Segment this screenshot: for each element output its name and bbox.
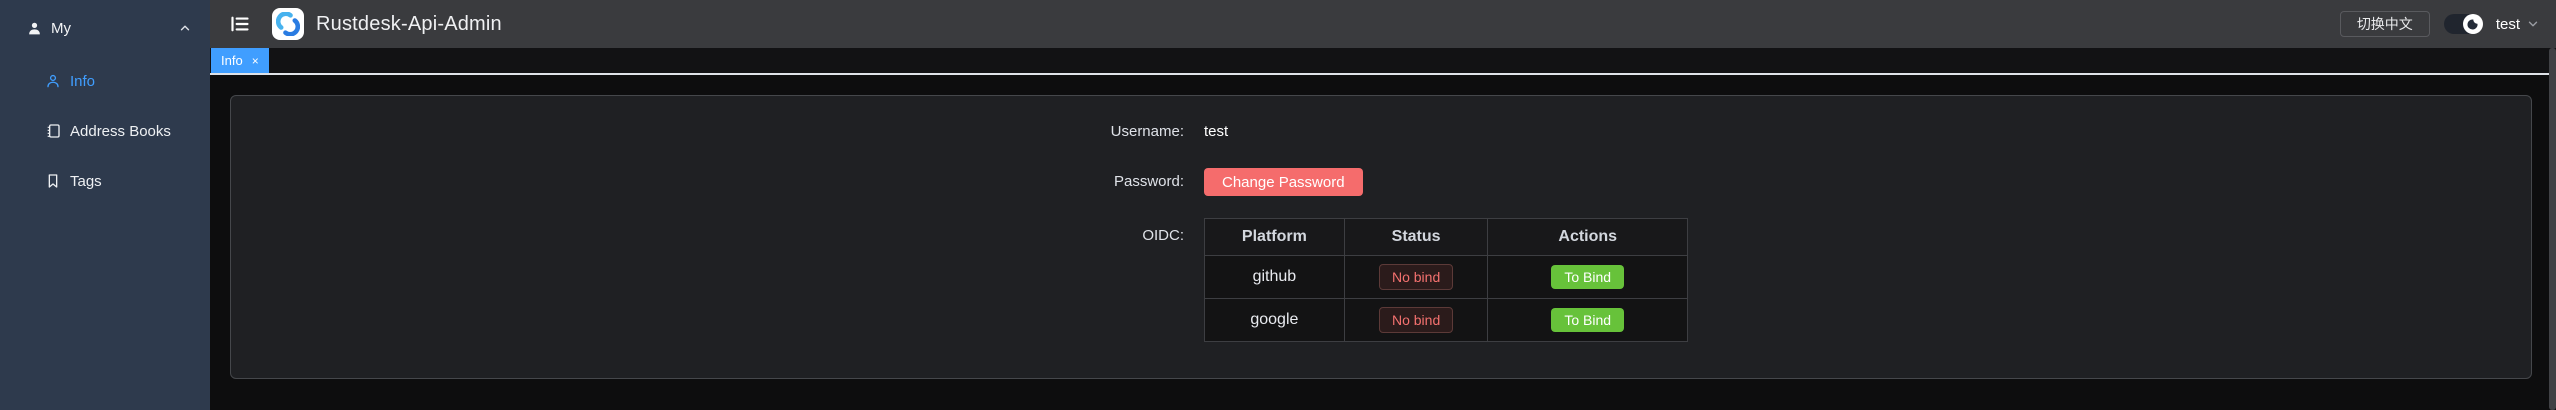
user-info-form: Username: test Password: Change Password… (1074, 118, 1688, 342)
bookmark-icon (45, 173, 61, 189)
actions-cell: To Bind (1488, 256, 1688, 299)
main-content: Username: test Password: Change Password… (210, 77, 2556, 410)
actions-cell: To Bind (1488, 299, 1688, 342)
status-badge: No bind (1379, 307, 1453, 333)
status-cell: No bind (1344, 256, 1488, 299)
column-header-platform: Platform (1205, 219, 1345, 256)
platform-cell: google (1205, 299, 1345, 342)
tab-bar: Info × (210, 48, 2556, 75)
column-header-actions: Actions (1488, 219, 1688, 256)
oidc-row-github: github No bind To Bind (1205, 256, 1688, 299)
info-card: Username: test Password: Change Password… (230, 95, 2532, 379)
sidebar-item-label: Tags (70, 173, 102, 190)
user-outline-icon (45, 73, 61, 89)
top-header: Rustdesk-Api-Admin 切换中文 test (210, 0, 2556, 48)
tab-label: Info (221, 53, 243, 68)
oidc-table: Platform Status Actions github No bind (1204, 218, 1688, 342)
to-bind-button[interactable]: To Bind (1551, 265, 1624, 289)
chevron-up-icon (178, 21, 192, 35)
user-menu[interactable]: test (2496, 16, 2540, 33)
oidc-row-google: google No bind To Bind (1205, 299, 1688, 342)
vertical-scrollbar[interactable] (2549, 48, 2556, 410)
username-label: Username: (1074, 118, 1184, 146)
column-header-status: Status (1344, 219, 1488, 256)
toggle-thumb (2463, 14, 2483, 34)
username-value: test (1204, 118, 1228, 146)
sidebar-item-info[interactable]: Info (0, 56, 210, 106)
app-title: Rustdesk-Api-Admin (316, 13, 502, 36)
to-bind-button[interactable]: To Bind (1551, 308, 1624, 332)
rustdesk-logo-icon (272, 8, 304, 40)
moon-icon (2466, 18, 2479, 31)
current-username: test (2496, 16, 2520, 33)
oidc-table-header-row: Platform Status Actions (1205, 219, 1688, 256)
oidc-label: OIDC: (1074, 218, 1184, 254)
chevron-down-icon (2526, 17, 2540, 31)
status-cell: No bind (1344, 299, 1488, 342)
language-switch-button[interactable]: 切换中文 (2340, 11, 2430, 37)
sidebar-toggle-icon[interactable] (230, 14, 250, 34)
rustdesk-admin-app: My Info Address Books Tags (0, 0, 2556, 410)
sidebar-group-label: My (51, 20, 71, 37)
sidebar-group-my[interactable]: My (0, 0, 210, 56)
sidebar-item-tags[interactable]: Tags (0, 156, 210, 206)
dark-mode-toggle[interactable] (2444, 14, 2482, 34)
sidebar-item-label: Info (70, 73, 95, 90)
platform-cell: github (1205, 256, 1345, 299)
sidebar: My Info Address Books Tags (0, 0, 210, 410)
sidebar-item-label: Address Books (70, 123, 171, 140)
password-label: Password: (1074, 168, 1184, 196)
tab-info[interactable]: Info × (211, 48, 269, 73)
password-row: Password: Change Password (1074, 168, 1688, 196)
user-filled-icon (27, 21, 42, 36)
sidebar-item-address-books[interactable]: Address Books (0, 106, 210, 156)
change-password-button[interactable]: Change Password (1204, 168, 1363, 196)
address-book-icon (45, 123, 61, 139)
username-row: Username: test (1074, 118, 1688, 146)
header-controls: 切换中文 test (2340, 0, 2540, 48)
status-badge: No bind (1379, 264, 1453, 290)
tab-close-icon[interactable]: × (252, 55, 259, 67)
oidc-row: OIDC: Platform Status Actions github (1074, 218, 1688, 342)
